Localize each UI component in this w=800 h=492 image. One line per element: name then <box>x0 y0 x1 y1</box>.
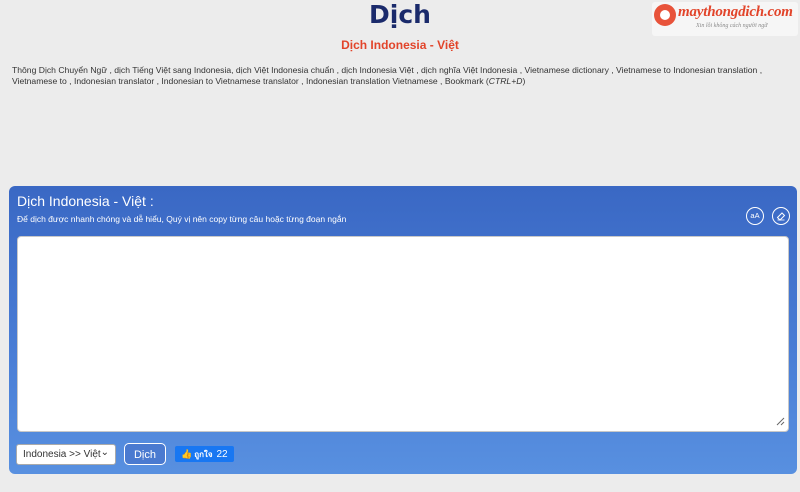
resize-grip-icon[interactable] <box>775 416 785 426</box>
language-select[interactable]: Indonesia >> Việt ⌄ <box>16 444 116 465</box>
page-subtitle: Dịch Indonesia - Việt <box>341 38 459 52</box>
keywords-body: Thông Dịch Chuyển Ngữ , dịch Tiếng Việt … <box>12 65 763 86</box>
eraser-icon[interactable] <box>772 207 790 225</box>
location-pin-icon <box>654 4 676 26</box>
like-button[interactable]: 👍 ถูกใจ 22 <box>175 446 234 462</box>
translate-panel: Dịch Indonesia - Việt : Để dịch được nha… <box>9 186 797 474</box>
panel-hint: Để dịch được nhanh chóng và dễ hiểu, Quý… <box>17 214 347 224</box>
thumbs-up-icon: 👍 <box>181 449 193 459</box>
font-size-icon[interactable]: aA <box>746 207 764 225</box>
logo-text: maythongdich.com <box>678 4 793 20</box>
logo-tagline: Xin lỗi không cách người ngữ <box>696 23 768 29</box>
like-label: ถูกใจ <box>194 450 213 459</box>
source-text-input[interactable] <box>17 236 789 432</box>
keywords-suffix: ) <box>522 76 526 86</box>
panel-title: Dịch Indonesia - Việt : <box>17 193 154 209</box>
site-logo[interactable]: maythongdich.com Xin lỗi không cách ngườ… <box>652 2 798 36</box>
chevron-down-icon: ⌄ <box>100 447 109 458</box>
bookmark-shortcut: CTRL+D <box>488 76 523 86</box>
language-selected: Indonesia >> Việt <box>23 449 101 460</box>
keywords-text: Thông Dịch Chuyển Ngữ , dịch Tiếng Việt … <box>12 65 782 87</box>
translate-button[interactable]: Dịch <box>124 443 166 465</box>
like-count: 22 <box>216 449 228 460</box>
